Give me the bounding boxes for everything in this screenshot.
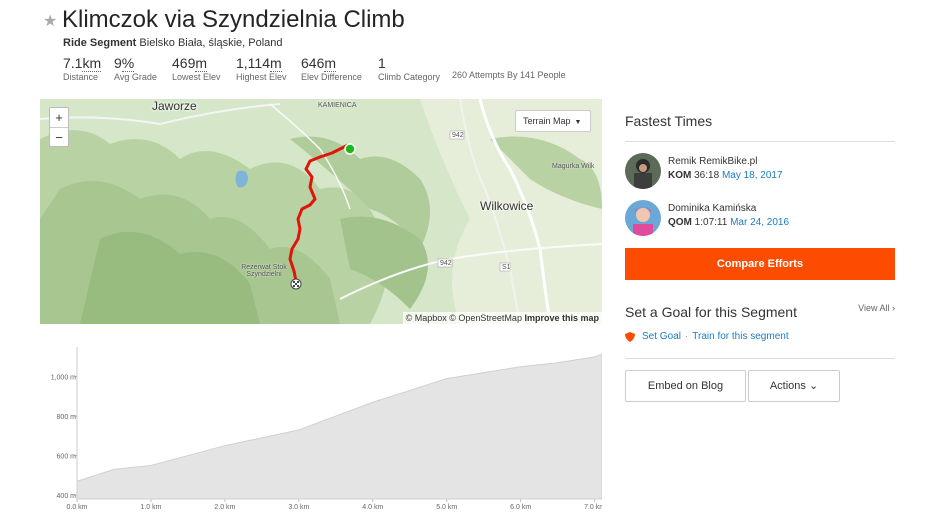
- road-shield-s1: S1: [502, 264, 511, 271]
- actions-label: Actions: [769, 380, 806, 392]
- y-tick-labels: 1,000 m 800 m 600 m 400 m: [51, 375, 76, 500]
- attribution-text[interactable]: © Mapbox © OpenStreetMap: [406, 313, 522, 323]
- stat-lowest-elev: 469m Lowest Elev: [172, 55, 222, 82]
- stat-label: Elev Difference: [301, 72, 362, 82]
- stat-label: Avg Grade: [114, 72, 157, 82]
- zoom-out-button[interactable]: −: [50, 127, 68, 146]
- leader-time: 36:18: [694, 170, 720, 181]
- qom-badge: QOM: [668, 217, 692, 228]
- road-shield-942: 942: [440, 260, 452, 267]
- chevron-down-icon: ⌄: [808, 380, 819, 392]
- caret-down-icon: ▼: [574, 119, 582, 126]
- map-label-jaworze: Jaworze: [152, 99, 197, 113]
- qom-leader[interactable]: Dominika Kamińska QOM 1:07:11 Mar 24, 20…: [625, 200, 789, 236]
- attempts-count: 260 Attempts By 141 People: [452, 70, 566, 80]
- actions-dropdown[interactable]: Actions ⌄: [748, 370, 840, 402]
- stat-unit: m: [324, 55, 337, 72]
- map-label-rezerwat: Rezerwat Stok Szyndzielni: [241, 264, 287, 278]
- view-all-label: View All: [858, 303, 890, 313]
- embed-on-blog-button[interactable]: Embed on Blog: [625, 370, 746, 402]
- avatar[interactable]: [625, 200, 661, 236]
- divider: [625, 358, 895, 359]
- map-style-dropdown[interactable]: Terrain Map ▼: [515, 110, 591, 132]
- segment-subtitle: Ride Segment Bielsko Biała, śląskie, Pol…: [63, 37, 283, 49]
- stat-value: 469: [172, 55, 196, 71]
- stat-label: Lowest Elev: [172, 72, 221, 82]
- x-tick-label: 1.0 km: [140, 504, 161, 511]
- divider: [625, 141, 895, 142]
- y-tick-label: 600 m: [57, 454, 77, 461]
- separator: ·: [684, 331, 689, 342]
- x-tick-labels: 0.0 km 1.0 km 2.0 km 3.0 km 4.0 km 5.0 km 6.0 …: [66, 504, 602, 511]
- fastest-times-heading: Fastest Times: [625, 113, 713, 129]
- map-label-magurka: Magurka Wilk: [552, 163, 595, 170]
- stat-unit: m: [270, 55, 282, 72]
- x-tick-label: 4.0 km: [362, 504, 383, 511]
- stat-label: Highest Elev: [236, 72, 287, 82]
- zoom-in-button[interactable]: +: [50, 108, 68, 127]
- page-title: Klimczok via Szyndzielnia Climb: [62, 6, 405, 33]
- elevation-profile-chart[interactable]: 1,000 m 800 m 600 m 400 m 0.0 km 1.0 km 2.0 k…: [40, 339, 602, 514]
- leader-time: 1:07:11: [694, 217, 728, 228]
- leader-date-link[interactable]: May 18, 2017: [722, 170, 783, 181]
- segment-location: Bielsko Biała, śląskie, Poland: [139, 37, 283, 49]
- avatar[interactable]: [625, 153, 661, 189]
- goal-links: Set Goal · Train for this segment: [625, 331, 789, 342]
- stat-label: Climb Category: [378, 72, 441, 82]
- zoom-control: + −: [49, 107, 69, 147]
- stat-value: 7.1: [63, 55, 83, 71]
- improve-map-link[interactable]: Improve this map: [524, 313, 599, 323]
- shield-icon: [625, 331, 635, 342]
- y-tick-label: 400 m: [57, 493, 77, 500]
- stat-value: 1,114: [236, 55, 270, 71]
- stat-value: 1: [378, 55, 386, 71]
- stat-climb-category: 1 Climb Category: [378, 55, 440, 82]
- y-tick-label: 1,000 m: [51, 375, 76, 382]
- leader-name[interactable]: Remik RemikBike.pl: [668, 156, 783, 167]
- leader-date-link[interactable]: Mar 24, 2016: [730, 217, 789, 228]
- x-tick-label: 5.0 km: [436, 504, 457, 511]
- stat-distance: 7.1km Distance: [63, 55, 102, 82]
- x-tick-label: 3.0 km: [288, 504, 309, 511]
- map-label-wilkowice: Wilkowice: [480, 199, 534, 213]
- stat-highest-elev: 1,114m Highest Elev: [236, 55, 287, 82]
- elevation-area: [76, 353, 602, 500]
- stat-unit: km: [82, 55, 102, 72]
- chevron-right-icon: ›: [892, 303, 895, 313]
- set-goal-link[interactable]: Set Goal: [642, 331, 681, 342]
- kom-badge: KOM: [668, 170, 692, 181]
- stat-value: 9: [114, 55, 122, 71]
- stat-avg-grade: 9% Avg Grade: [114, 55, 158, 82]
- set-goal-heading: Set a Goal for this Segment: [625, 304, 797, 320]
- x-tick-label: 2.0 km: [214, 504, 235, 511]
- y-tick-label: 800 m: [57, 414, 77, 421]
- stat-unit: %: [121, 55, 135, 72]
- road-shield-942: 942: [452, 132, 464, 139]
- stat-label: Distance: [63, 72, 99, 82]
- segment-map[interactable]: + − Terrain Map ▼ Jaworze KAMIENICA Wilko…: [40, 99, 602, 324]
- x-tick-label: 7.0 km: [584, 504, 602, 511]
- train-segment-link[interactable]: Train for this segment: [692, 331, 788, 342]
- stat-unit: m: [195, 55, 208, 72]
- x-tick-label: 6.0 km: [510, 504, 531, 511]
- kom-leader[interactable]: Remik RemikBike.pl KOM 36:18 May 18, 201…: [625, 153, 783, 189]
- star-icon[interactable]: ★: [43, 11, 57, 31]
- map-label-kamienica: KAMIENICA: [318, 102, 357, 109]
- stat-elev-difference: 646m Elev Difference: [301, 55, 364, 82]
- compare-efforts-button[interactable]: Compare Efforts: [625, 248, 895, 280]
- map-style-label: Terrain Map: [523, 116, 571, 126]
- map-attribution: © Mapbox © OpenStreetMap Improve this ma…: [402, 312, 602, 324]
- leader-name[interactable]: Dominika Kamińska: [668, 203, 789, 214]
- stat-value: 646: [301, 55, 325, 71]
- stats-row: 7.1km Distance 9% Avg Grade 469m Lowest …: [63, 55, 454, 82]
- view-all-link[interactable]: View All ›: [858, 303, 895, 313]
- segment-type: Ride Segment: [63, 37, 137, 49]
- x-tick-label: 0.0 km: [66, 504, 87, 511]
